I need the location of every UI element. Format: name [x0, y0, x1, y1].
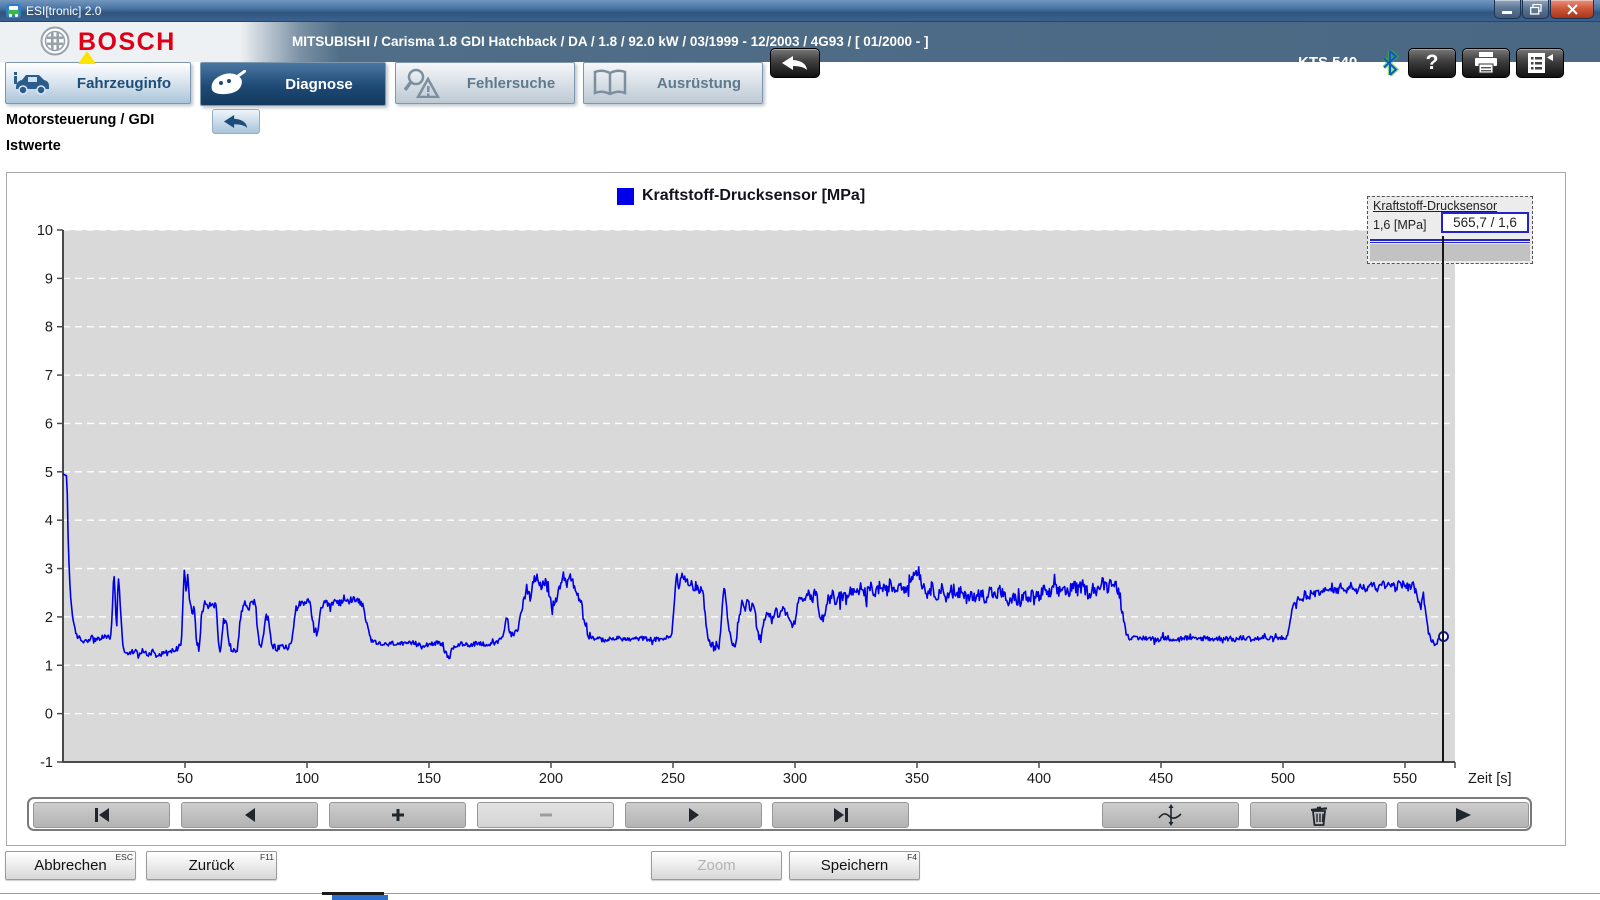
- step-back-button[interactable]: [181, 802, 318, 828]
- plot-area[interactable]: [63, 230, 1455, 762]
- cursor-marker-triangle[interactable]: [78, 51, 96, 64]
- measurement-cursor-line[interactable]: [1442, 236, 1444, 762]
- speichern-label: Speichern: [821, 857, 889, 874]
- skip-to-end-button[interactable]: [772, 802, 909, 828]
- page-title: Istwerte: [6, 138, 61, 154]
- vehicle-info-text: MITSUBISHI / Carisma 1.8 GDI Hatchback /…: [292, 34, 929, 49]
- step-forward-icon: [682, 805, 706, 825]
- play-button[interactable]: [1397, 802, 1529, 828]
- abbrechen-button[interactable]: Abbrechen ESC: [5, 851, 136, 880]
- device-label: KTS 540: [1298, 54, 1357, 71]
- magnifier-warning-icon: [396, 68, 448, 98]
- readout-underline: [1370, 239, 1530, 241]
- close-button[interactable]: [1550, 0, 1594, 19]
- tab-fahrzeuginfo[interactable]: Fahrzeuginfo: [5, 62, 191, 104]
- report-icon: [1526, 52, 1554, 74]
- chart-toolbar: [27, 797, 1532, 831]
- chart-legend: Kraftstoff-Drucksensor [MPa]: [617, 187, 865, 205]
- header-back-button[interactable]: [770, 48, 820, 78]
- cursor-readout: Kraftstoff-Drucksensor 1,6 [MPa] 565,7 /…: [1367, 196, 1533, 264]
- tab-label: Fahrzeuginfo: [58, 75, 190, 92]
- legend-swatch: [617, 188, 634, 205]
- skip-to-start-button[interactable]: [33, 802, 170, 828]
- bosch-anchor-icon: [40, 26, 70, 56]
- readout-coordinates: 565,7 / 1,6: [1441, 212, 1529, 233]
- printer-icon: [1473, 52, 1499, 74]
- legend-label: Kraftstoff-Drucksensor [MPa]: [642, 187, 865, 205]
- skip-to-end-icon: [829, 805, 853, 825]
- help-button[interactable]: ?: [1408, 48, 1456, 78]
- readout-underline-2: [1370, 242, 1530, 243]
- minimize-button[interactable]: [1494, 0, 1521, 19]
- step-forward-button[interactable]: [625, 802, 762, 828]
- zoom-button[interactable]: Zoom: [651, 851, 782, 880]
- back-arrow-icon: [781, 55, 809, 71]
- cursor-measure-icon: [1157, 804, 1185, 826]
- minimize-icon: [1502, 5, 1513, 14]
- print-button[interactable]: [1462, 48, 1510, 78]
- zoom-in-button[interactable]: [329, 802, 466, 828]
- bluetooth-icon: [1380, 50, 1400, 76]
- maximize-button[interactable]: [1522, 0, 1549, 19]
- tab-diagnose[interactable]: Diagnose: [200, 62, 386, 106]
- open-book-icon: [584, 69, 636, 97]
- speichern-button[interactable]: Speichern F4: [789, 851, 920, 880]
- plus-icon: [386, 805, 410, 825]
- tab-label: Fehlersuche: [448, 75, 574, 92]
- tab-label: Ausrüstung: [636, 75, 762, 92]
- step-back-icon: [238, 805, 262, 825]
- zurueck-button[interactable]: Zurück F11: [146, 851, 277, 880]
- cursor-measure-button[interactable]: [1102, 802, 1239, 828]
- abbrechen-label: Abbrechen: [34, 857, 107, 874]
- abbrechen-shortcut: ESC: [116, 852, 133, 862]
- back-arrow-icon: [223, 114, 249, 129]
- breadcrumb: Motorsteuerung / GDI: [6, 112, 154, 128]
- breadcrumb-back-button[interactable]: [212, 109, 260, 134]
- readout-value: 1,6 [MPa]: [1373, 218, 1427, 232]
- tab-ausruestung[interactable]: Ausrüstung: [583, 62, 763, 104]
- delete-button[interactable]: [1250, 802, 1387, 828]
- zoom-out-button[interactable]: [477, 802, 614, 828]
- minus-icon: [534, 805, 558, 825]
- trash-icon: [1308, 805, 1330, 826]
- help-icon: ?: [1426, 51, 1439, 75]
- speichern-shortcut: F4: [907, 852, 917, 862]
- app-icon: [6, 3, 22, 19]
- play-icon: [1450, 805, 1476, 825]
- zoom-label: Zoom: [697, 857, 735, 874]
- app-header: BOSCH MITSUBISHI / Carisma 1.8 GDI Hatch…: [0, 22, 1600, 62]
- readout-marker-band: [1370, 244, 1530, 261]
- window-title: ESI[tronic] 2.0: [26, 4, 101, 18]
- zurueck-label: Zurück: [189, 857, 235, 874]
- window-titlebar: ESI[tronic] 2.0: [0, 0, 1600, 22]
- skip-to-start-icon: [90, 805, 114, 825]
- report-button[interactable]: [1516, 48, 1564, 78]
- taskbar-peek: [332, 895, 388, 900]
- car-icon: [6, 70, 58, 96]
- close-icon: [1567, 4, 1578, 15]
- tab-fehlersuche[interactable]: Fehlersuche: [395, 62, 575, 104]
- diagnostic-connector-icon: [201, 70, 253, 98]
- readout-series-name: Kraftstoff-Drucksensor: [1373, 199, 1497, 213]
- tab-label: Diagnose: [253, 76, 385, 93]
- zurueck-shortcut: F11: [260, 852, 274, 862]
- restore-icon: [1530, 4, 1542, 15]
- bottom-divider: [0, 893, 1600, 894]
